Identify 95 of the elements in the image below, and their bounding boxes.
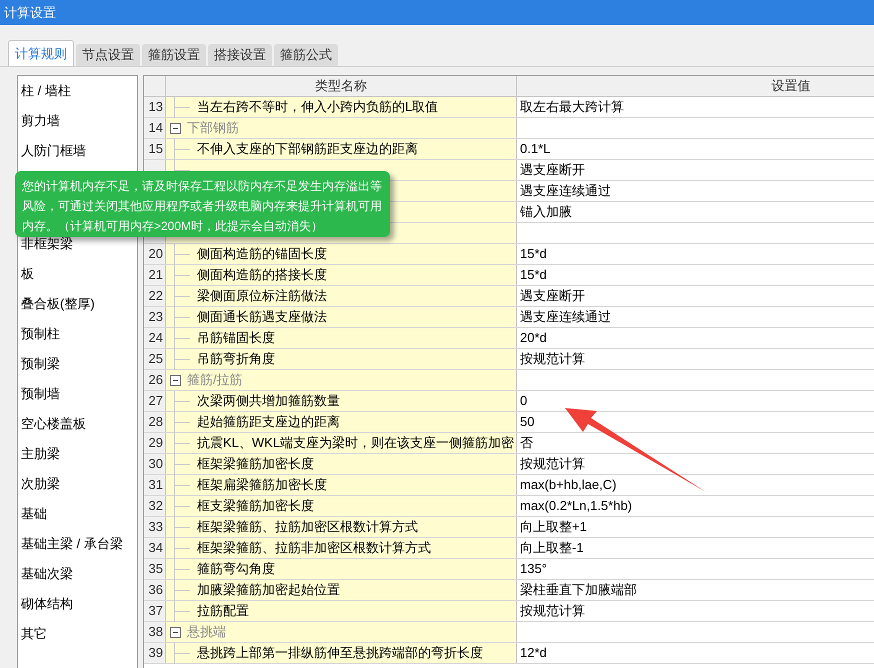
setting-value[interactable]: 50: [520, 412, 534, 432]
setting-value[interactable]: max(0.2*Ln,1.5*hb): [520, 496, 632, 516]
group-label: 下部钢筋: [187, 119, 239, 138]
setting-name: 次梁两侧共增加箍筋数量: [197, 392, 340, 410]
row-number-cell: 32: [144, 496, 166, 516]
row-number-cell: 29: [144, 433, 166, 453]
row-number-cell: 34: [144, 538, 166, 558]
setting-name: 框支梁箍筋加密长度: [197, 497, 314, 516]
category-item[interactable]: 基础: [18, 504, 47, 524]
row-number-cell: 31: [144, 475, 166, 495]
row-number-cell: 35: [144, 559, 166, 579]
setting-value[interactable]: 135°: [520, 559, 547, 579]
category-item[interactable]: 柱 / 墙柱: [18, 81, 71, 101]
setting-name: 侧面构造筋的锚固长度: [197, 245, 327, 264]
tab[interactable]: 计算规则: [8, 40, 74, 66]
category-item[interactable]: 空心楼盖板: [18, 414, 86, 434]
tab[interactable]: 箍筋公式: [274, 44, 338, 66]
category-item[interactable]: 其它: [18, 624, 47, 644]
setting-value[interactable]: 向上取整-1: [520, 538, 584, 558]
setting-value[interactable]: 0: [520, 391, 528, 411]
category-item[interactable]: 次肋梁: [18, 474, 60, 494]
setting-value[interactable]: 遇支座连续通过: [520, 307, 611, 327]
row-number-cell: 26: [144, 370, 166, 390]
row-number-cell: 37: [144, 601, 166, 621]
group-label: 箍筋/拉筋: [187, 371, 243, 390]
row-number-cell: 33: [144, 517, 166, 537]
setting-name: 悬挑跨上部第一排纵筋伸至悬挑跨端部的弯折长度: [197, 644, 483, 662]
setting-value[interactable]: 锚入加腋: [520, 202, 572, 222]
setting-value[interactable]: 按规范计算: [520, 349, 585, 369]
setting-name: 吊筋锚固长度: [197, 329, 275, 348]
setting-value[interactable]: 向上取整+1: [520, 517, 587, 537]
row-number-cell: 20: [144, 244, 166, 264]
setting-value[interactable]: 12*d: [520, 643, 547, 663]
category-item[interactable]: 主肋梁: [18, 444, 60, 464]
setting-name: 框架扁梁箍筋加密长度: [197, 476, 327, 494]
row-number-cell: 24: [144, 328, 166, 348]
setting-name: 梁侧面原位标注筋做法: [197, 287, 327, 306]
row-number-cell: 27: [144, 391, 166, 411]
setting-name: 框架梁箍筋、拉筋加密区根数计算方式: [197, 518, 418, 536]
setting-value[interactable]: 遇支座断开: [520, 160, 585, 180]
row-number-cell: 23: [144, 307, 166, 327]
row-number-cell: 22: [144, 286, 166, 306]
setting-name: 加腋梁箍筋加密起始位置: [197, 581, 340, 600]
setting-value[interactable]: 15*d: [520, 244, 547, 264]
setting-name: 起始箍筋距支座边的距离: [197, 413, 340, 432]
setting-value[interactable]: 0.1*L: [520, 139, 550, 159]
category-item[interactable]: 非框架梁: [18, 234, 73, 254]
setting-name: 侧面通长筋遇支座做法: [197, 308, 327, 326]
category-item[interactable]: 预制墙: [18, 384, 60, 404]
setting-value[interactable]: 按规范计算: [520, 454, 585, 474]
row-number-cell: 36: [144, 580, 166, 600]
group-label: 悬挑端: [187, 623, 226, 642]
notice-toast: 您的计算机内存不足，请及时保存工程以防内存不足发生内存溢出等风险，可通过关闭其他应用程序或者升级电脑内存来提升计算机可用内存。（计算机可用内存>200M时，此提示会自动消失）: [15, 171, 390, 237]
tab[interactable]: 搭接设置: [208, 44, 272, 66]
setting-name: 不伸入支座的下部钢筋距支座边的距离: [197, 140, 418, 158]
setting-value[interactable]: 取左右最大跨计算: [520, 97, 624, 117]
category-item[interactable]: 预制柱: [18, 324, 60, 344]
setting-value[interactable]: 15*d: [520, 265, 547, 285]
category-item[interactable]: 砌体结构: [18, 594, 73, 614]
setting-name: 拉筋配置: [197, 602, 249, 620]
setting-name: 抗震KL、WKL端支座为梁时，则在该支座一侧箍筋加密: [197, 434, 514, 452]
category-item[interactable]: 剪力墙: [18, 111, 60, 131]
row-number-cell: 15: [144, 139, 166, 159]
setting-value[interactable]: 20*d: [520, 328, 547, 348]
setting-name: 框架梁箍筋加密长度: [197, 455, 314, 474]
setting-name: 吊筋弯折角度: [197, 350, 275, 368]
row-number-cell: 28: [144, 412, 166, 432]
setting-name: 侧面构造筋的搭接长度: [197, 266, 327, 284]
setting-value[interactable]: 遇支座连续通过: [520, 181, 611, 201]
setting-value[interactable]: max(b+hb,lae,C): [520, 475, 616, 495]
tab[interactable]: 箍筋设置: [142, 44, 206, 66]
setting-value[interactable]: 梁柱垂直下加腋端部: [520, 580, 637, 600]
category-item[interactable]: 基础次梁: [18, 564, 73, 584]
category-item[interactable]: 预制梁: [18, 354, 60, 374]
row-number-cell: 14: [144, 118, 166, 138]
row-number-cell: 38: [144, 622, 166, 642]
category-item[interactable]: 板: [18, 264, 34, 284]
row-number-cell: 13: [144, 97, 166, 117]
column-header: 设置值: [770, 77, 812, 96]
category-item[interactable]: 人防门框墙: [18, 141, 86, 161]
setting-value[interactable]: 遇支座断开: [520, 286, 585, 306]
setting-name: 箍筋弯勾角度: [197, 560, 275, 578]
setting-name: 当左右跨不等时，伸入小跨内负筋的L取值: [197, 98, 438, 116]
category-item[interactable]: 基础主梁 / 承台梁: [18, 534, 123, 554]
setting-name: 框架梁箍筋、拉筋非加密区根数计算方式: [197, 539, 431, 558]
tab[interactable]: 节点设置: [76, 44, 140, 66]
setting-value[interactable]: 按规范计算: [520, 601, 585, 621]
row-number-cell: 21: [144, 265, 166, 285]
column-header: 类型名称: [166, 76, 517, 96]
row-number-cell: 25: [144, 349, 166, 369]
row-number-cell: 30: [144, 454, 166, 474]
setting-value[interactable]: 否: [520, 433, 533, 453]
category-item[interactable]: 叠合板(整厚): [18, 294, 95, 314]
window-title: 计算设置: [4, 4, 56, 22]
row-number-cell: 39: [144, 643, 166, 663]
